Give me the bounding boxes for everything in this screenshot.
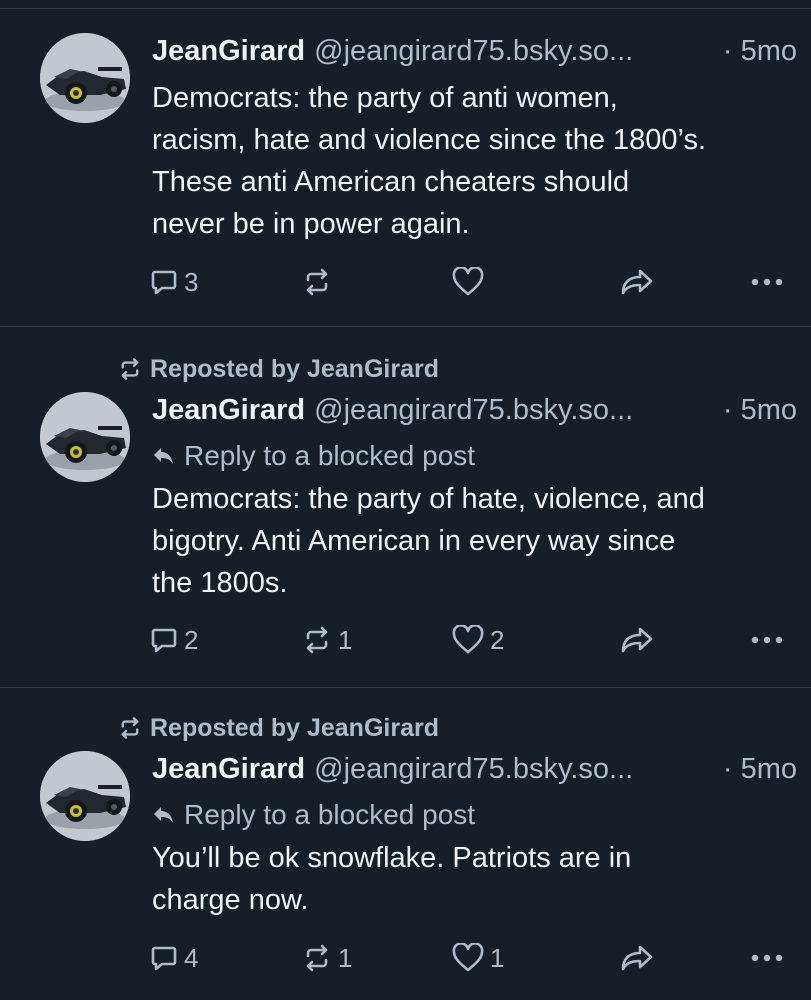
author-handle[interactable]: @jeangirard75.bsky.so... [314,390,711,430]
more-dots-icon [751,636,783,644]
post-2[interactable]: Reposted by JeanGirard JeanGirard @jeang… [0,327,811,687]
more-button[interactable] [750,620,784,660]
race-car-avatar [40,751,130,841]
repost-arrows-icon [306,626,328,654]
more-button[interactable] [750,262,784,302]
reply-count: 3 [184,266,199,297]
avatar[interactable] [40,751,130,841]
repost-count: 1 [338,624,353,655]
repost-count: 1 [338,942,353,973]
speech-bubble-icon [151,946,177,971]
like-button[interactable] [452,262,490,302]
author-name[interactable]: JeanGirard [152,390,305,430]
action-bar: 3 [150,262,790,302]
more-dots-icon [751,278,783,286]
avatar[interactable] [40,33,130,123]
post-3[interactable]: Reposted by JeanGirard JeanGirard @jeang… [0,688,811,1000]
post-text: Democrats: the party of anti women, raci… [152,82,707,240]
repost-arrows-icon [121,717,139,739]
repost-arrows-icon [306,268,328,296]
author-handle[interactable]: @jeangirard75.bsky.so... [314,749,711,789]
post-content: JeanGirard @jeangirard75.bsky.so... · 5m… [152,749,797,921]
share-arrow-icon [621,627,653,653]
heart-icon [452,625,484,654]
reply-count: 4 [184,942,199,973]
reply-to-label: Reply to a blocked post [184,440,476,471]
share-arrow-icon [621,945,653,971]
post-meta: JeanGirard @jeangirard75.bsky.so... · 5m… [152,749,797,789]
speech-bubble-icon [151,270,177,295]
post-time[interactable]: 5mo [741,749,797,789]
more-dots-icon [751,954,783,962]
post-text: Democrats: the party of hate, violence, … [152,483,705,599]
reply-to-label: Reply to a blocked post [184,799,476,830]
meta-separator: · [722,35,733,67]
meta-separator: · [722,753,733,785]
post-meta: JeanGirard @jeangirard75.bsky.so... · 5m… [152,390,797,430]
reply-arrow-icon [154,448,173,464]
reply-count: 2 [184,624,199,655]
race-car-avatar [40,392,130,482]
post-1[interactable]: JeanGirard @jeangirard75.bsky.so... · 5m… [0,0,811,326]
action-bar: 4 1 1 [150,938,790,978]
repost-arrows-icon [121,358,139,380]
post-text: You’ll be ok snowflake. Patriots are in … [152,842,632,916]
share-button[interactable] [620,620,654,660]
author-name[interactable]: JeanGirard [152,31,305,71]
race-car-avatar [40,33,130,123]
repost-label: Reposted by JeanGirard [150,713,439,742]
post-meta: JeanGirard @jeangirard75.bsky.so... · 5m… [152,31,797,71]
speech-bubble-icon [151,628,177,653]
repost-indicator[interactable]: Reposted by JeanGirard [118,354,439,384]
repost-indicator[interactable]: Reposted by JeanGirard [118,713,439,743]
post-time[interactable]: 5mo [741,31,797,71]
meta-separator: · [722,394,733,426]
reply-indicator[interactable]: Reply to a blocked post [152,436,797,476]
reply-button[interactable]: 3 [150,262,198,302]
avatar[interactable] [40,392,130,482]
share-button[interactable] [620,938,654,978]
reply-button[interactable]: 4 [150,938,198,978]
like-count: 1 [490,942,505,973]
reply-arrow-icon [154,807,173,823]
post-content: JeanGirard @jeangirard75.bsky.so... · 5m… [152,390,797,604]
heart-icon [452,943,484,972]
repost-label: Reposted by JeanGirard [150,354,439,383]
like-button[interactable]: 1 [452,938,504,978]
reply-indicator[interactable]: Reply to a blocked post [152,795,797,835]
like-button[interactable]: 2 [452,620,504,660]
reply-button[interactable]: 2 [150,620,198,660]
repost-button[interactable] [302,262,338,302]
author-name[interactable]: JeanGirard [152,749,305,789]
action-bar: 2 1 2 [150,620,790,660]
more-button[interactable] [750,938,784,978]
heart-icon [452,267,484,296]
post-content: JeanGirard @jeangirard75.bsky.so... · 5m… [152,31,797,245]
like-count: 2 [490,624,505,655]
repost-button[interactable]: 1 [302,938,352,978]
author-handle[interactable]: @jeangirard75.bsky.so... [314,31,711,71]
repost-arrows-icon [306,944,328,972]
post-time[interactable]: 5mo [741,390,797,430]
feed: JeanGirard @jeangirard75.bsky.so... · 5m… [0,0,811,1000]
repost-button[interactable]: 1 [302,620,352,660]
share-button[interactable] [620,262,654,302]
share-arrow-icon [621,269,653,295]
